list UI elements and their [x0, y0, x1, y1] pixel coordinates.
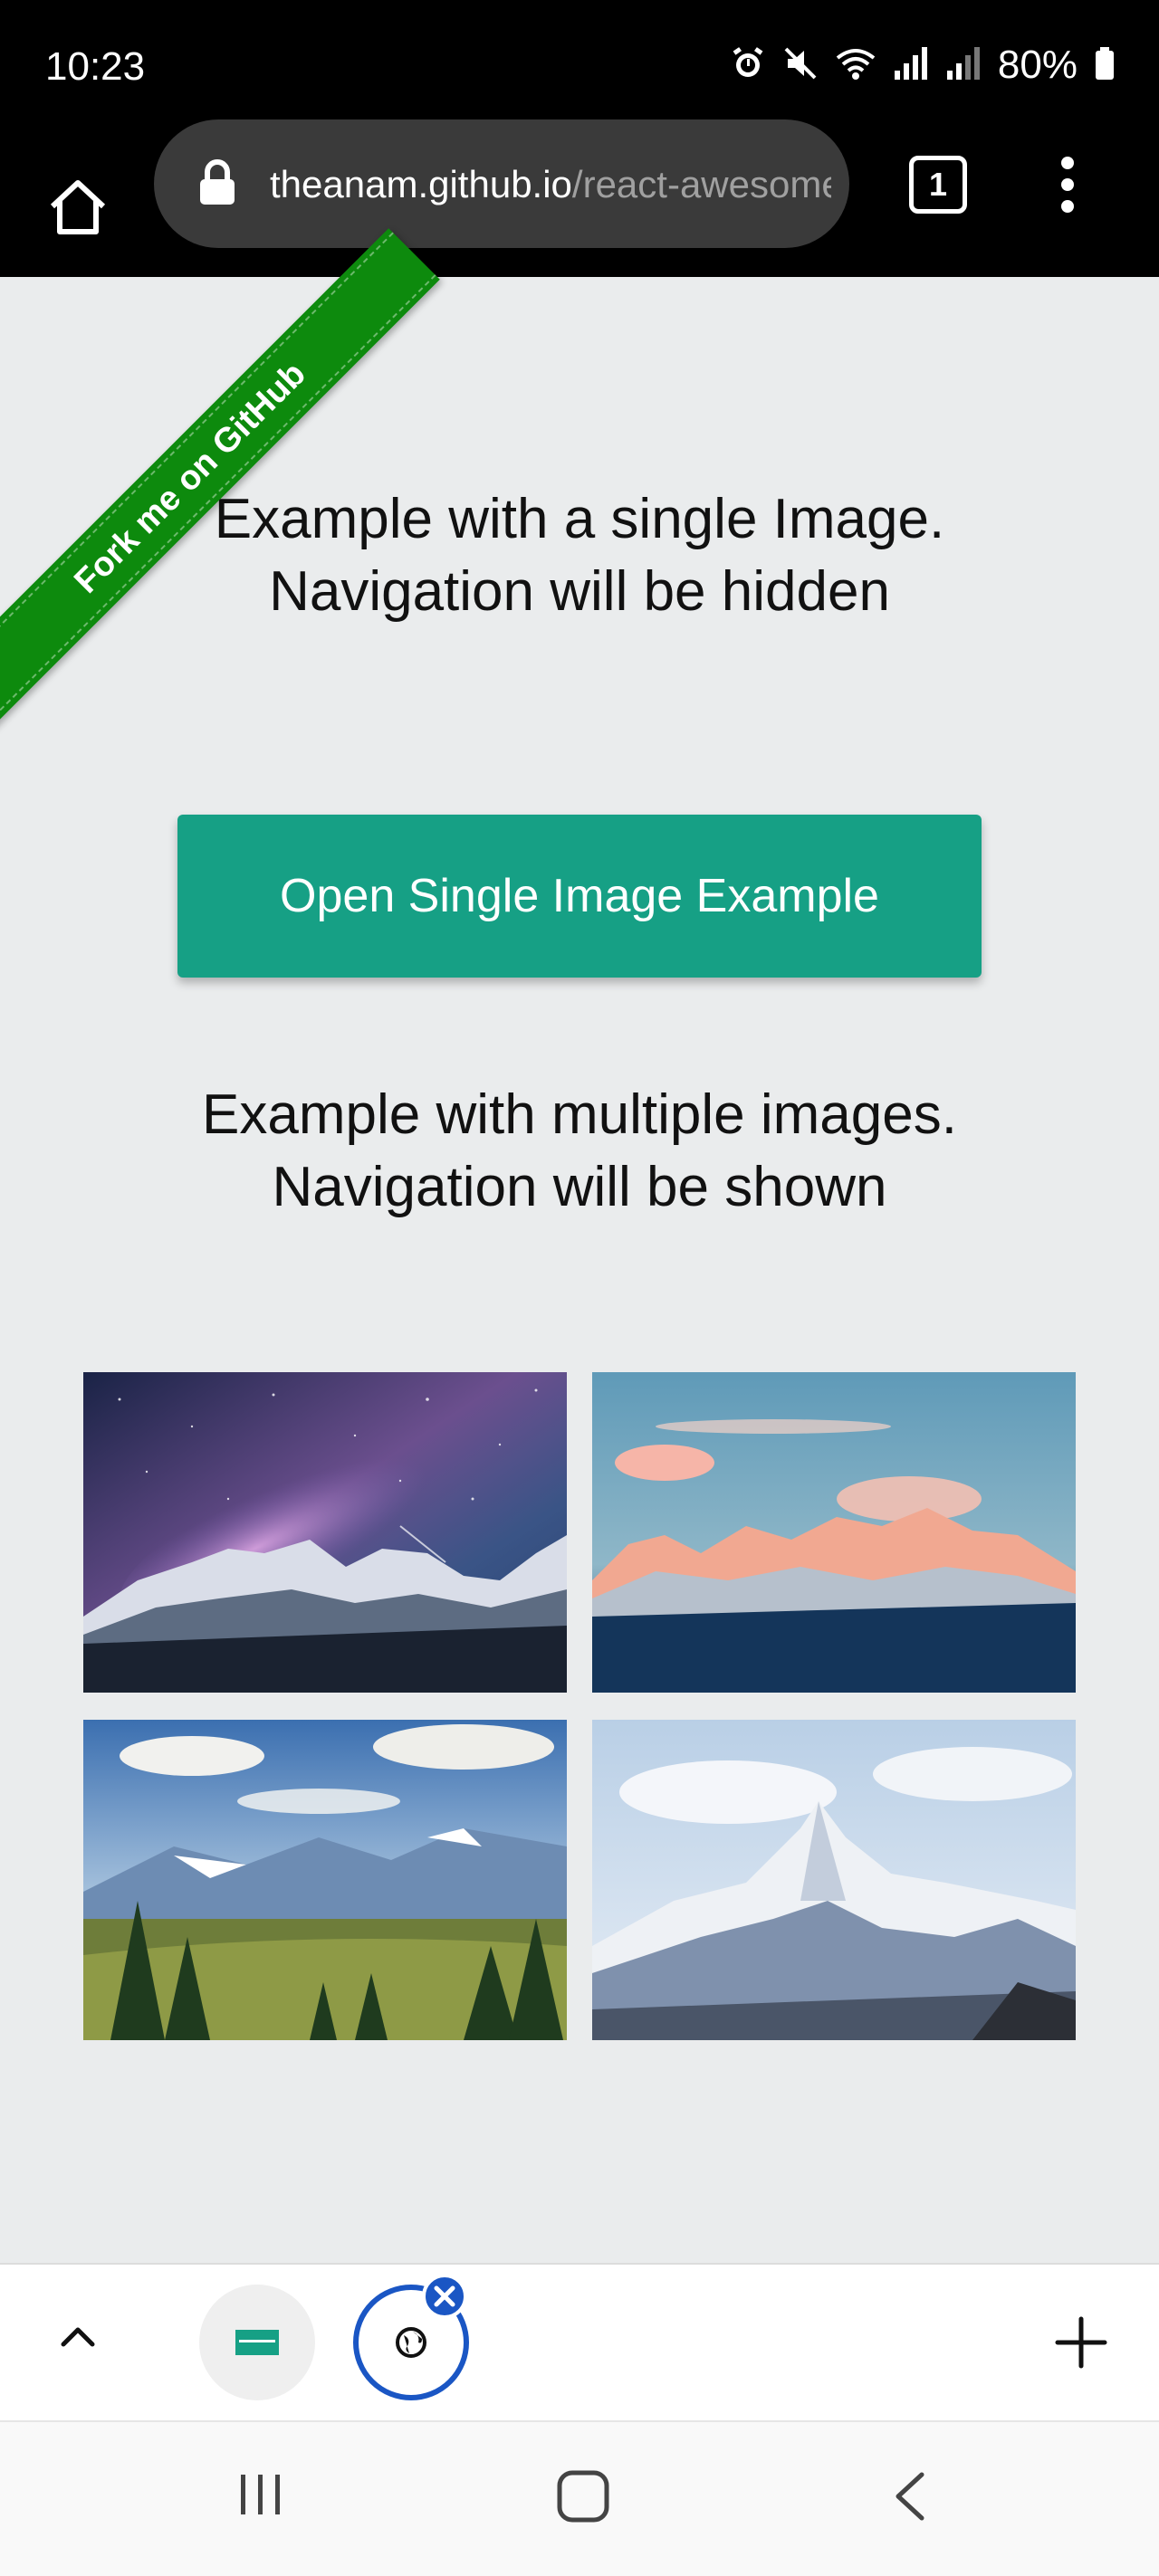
- address-bar[interactable]: theanam.github.io/react-awesome-lightbox: [154, 119, 849, 248]
- tab-thumbnail-icon: [235, 2330, 279, 2360]
- thumbnail-milky-way-mountains[interactable]: [83, 1372, 567, 1693]
- tab-item-inactive[interactable]: [199, 2285, 315, 2400]
- wifi-icon: [835, 45, 876, 86]
- battery-icon: [1094, 45, 1116, 86]
- open-single-image-button[interactable]: Open Single Image Example: [177, 815, 982, 978]
- alarm-icon: [730, 45, 766, 86]
- status-icons: 80%: [730, 40, 1116, 91]
- close-icon[interactable]: [422, 2274, 467, 2319]
- lock-icon[interactable]: [197, 159, 237, 211]
- plus-icon[interactable]: [1054, 2315, 1108, 2374]
- mute-icon: [782, 45, 819, 86]
- multiple-images-heading: Example with multiple images. Navigation…: [202, 1083, 957, 1218]
- url-path: /react-awesome-lightbox: [571, 163, 831, 205]
- tabs-icon[interactable]: 1: [909, 156, 967, 214]
- tab-strip: [0, 2263, 1159, 2420]
- home-icon[interactable]: [47, 177, 109, 243]
- status-bar: 10:23 80%: [0, 0, 1159, 134]
- chevron-up-icon[interactable]: [58, 2323, 98, 2354]
- battery-percent: 80%: [997, 43, 1078, 87]
- back-icon[interactable]: [889, 2469, 929, 2528]
- signal-weak-icon: [945, 45, 982, 86]
- signal-icon: [893, 45, 929, 86]
- browser-toolbar: theanam.github.io/react-awesome-lightbox…: [0, 119, 1159, 277]
- thumbnail-forest-valley[interactable]: [83, 1720, 567, 2040]
- url-host: theanam.github.io: [270, 163, 572, 205]
- status-time: 10:23: [45, 44, 146, 89]
- single-image-heading: Example with a single Image. Navigation …: [214, 488, 945, 623]
- globe-icon: [395, 2326, 427, 2363]
- system-nav-bar: [0, 2420, 1159, 2576]
- recents-icon[interactable]: [235, 2469, 286, 2524]
- page-content: Example with a single Image. Navigation …: [0, 277, 1159, 2263]
- url-text[interactable]: theanam.github.io/react-awesome-lightbox: [270, 161, 831, 208]
- thumbnail-snowy-summit[interactable]: [592, 1720, 1076, 2040]
- home-button-icon[interactable]: [556, 2469, 610, 2528]
- thumbnail-sunset-peaks[interactable]: [592, 1372, 1076, 1693]
- more-icon[interactable]: [1054, 156, 1081, 218]
